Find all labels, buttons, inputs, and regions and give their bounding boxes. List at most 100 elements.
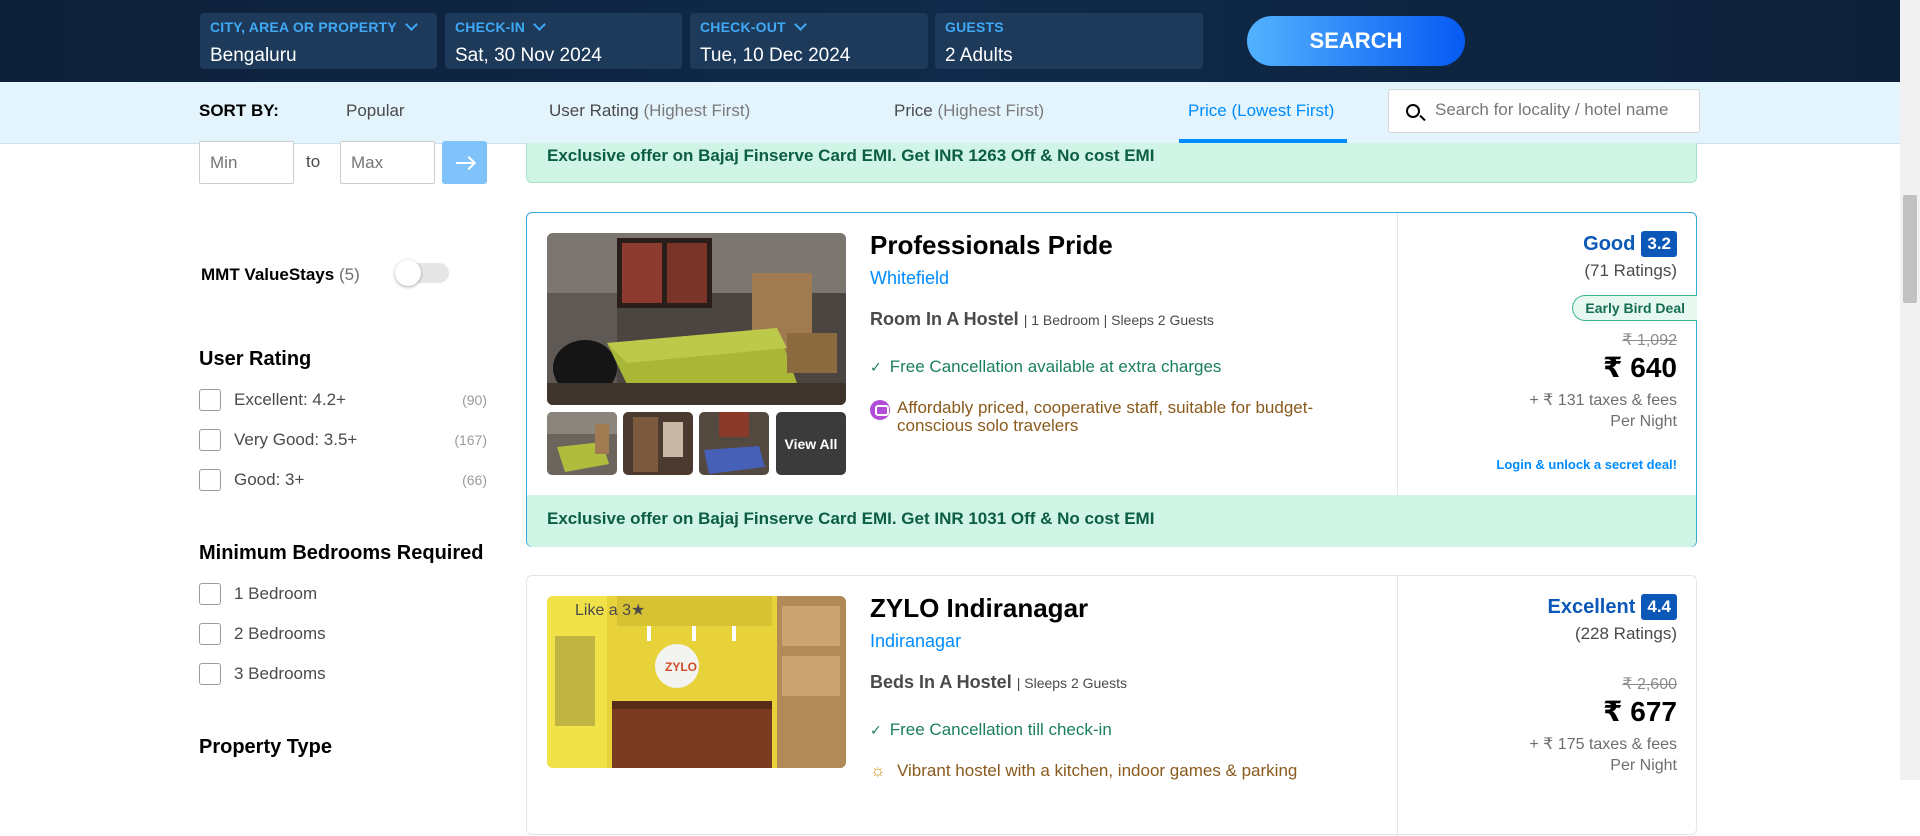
apply-price-button[interactable] [442, 141, 487, 184]
hotel-name[interactable]: ZYLO Indiranagar [870, 593, 1088, 624]
filter-rating-excellent[interactable]: Excellent: 4.2+ (90) [199, 388, 487, 412]
room-details: | 1 Bedroom | Sleeps 2 Guests [1023, 312, 1214, 328]
hotel-card[interactable]: ZYLO ZYLO Indiranagar Indiranagar Beds I… [526, 575, 1697, 836]
room-photo-3 [623, 412, 693, 475]
highlight-text: Affordably priced, cooperative staff, su… [897, 398, 1314, 435]
hotel-highlight: ☼ Vibrant hostel with a kitchen, indoor … [870, 762, 1350, 780]
checkout-label: CHECK-OUT [700, 19, 786, 35]
lobby-photo: ZYLO [547, 596, 846, 768]
filter-count: (90) [462, 392, 487, 408]
hotel-thumbnail[interactable] [547, 412, 617, 475]
hotel-main-photo[interactable]: ZYLO [547, 596, 846, 768]
divider [1397, 213, 1398, 495]
chevron-down-icon [405, 18, 418, 31]
checkin-value: Sat, 30 Nov 2024 [455, 45, 602, 66]
filter-bedroom-1[interactable]: 1 Bedroom [199, 582, 487, 606]
scrollbar-thumb[interactable] [1903, 195, 1917, 303]
filter-rating-good[interactable]: Good: 3+ (66) [199, 468, 487, 492]
chevron-down-icon [793, 18, 807, 31]
hotel-main-photo[interactable] [547, 233, 846, 405]
checkout-field[interactable]: CHECK-OUT Tue, 10 Dec 2024 [690, 13, 928, 69]
cancellation-text: Free Cancellation till check-in [889, 720, 1112, 739]
bedrooms-heading: Minimum Bedrooms Required [199, 542, 484, 564]
filter-label: Very Good: 3.5+ [234, 430, 358, 449]
filter-rating-very-good[interactable]: Very Good: 3.5+ (167) [199, 428, 487, 452]
checkbox[interactable] [199, 663, 221, 685]
cancellation-text: Free Cancellation available at extra cha… [889, 357, 1222, 376]
checkin-label: CHECK-IN [455, 19, 526, 35]
offer-banner: Exclusive offer on Bajaj Finserve Card E… [527, 495, 1696, 547]
checkbox[interactable] [199, 429, 221, 451]
arrow-right-icon [455, 161, 474, 164]
offer-text: Exclusive offer on Bajaj Finserve Card E… [547, 146, 1155, 165]
hotel-location-link[interactable]: Whitefield [870, 268, 949, 289]
sort-option-label: User Rating [549, 101, 639, 120]
valuestays-label: MMT ValueStays (5) [201, 265, 360, 285]
sort-option-label: Price [894, 101, 933, 120]
price-max-input[interactable] [340, 141, 435, 184]
price-min-input[interactable] [199, 141, 294, 184]
checkbox[interactable] [199, 389, 221, 411]
filter-bedroom-2[interactable]: 2 Bedrooms [199, 622, 487, 646]
rating-block: Good 3.2 (71 Ratings) [1583, 231, 1677, 281]
deal-badge: Early Bird Deal [1572, 295, 1697, 321]
locality-search [1388, 89, 1700, 133]
room-photo-4 [699, 412, 769, 475]
page-scrollbar[interactable] [1900, 0, 1920, 780]
checkbox[interactable] [199, 469, 221, 491]
guests-field[interactable]: GUESTS 2 Adults [935, 13, 1203, 69]
per-night-label: Per Night [1610, 757, 1677, 774]
search-button[interactable]: SEARCH [1247, 16, 1465, 66]
valuestays-toggle[interactable] [395, 260, 449, 286]
sort-option-label: Popular [346, 101, 405, 120]
rating-count: (228 Ratings) [1574, 624, 1677, 643]
rating-block: Excellent 4.4 (228 Ratings) [1548, 594, 1677, 644]
highlight-text: Vibrant hostel with a kitchen, indoor ga… [897, 761, 1298, 780]
filter-bedroom-3[interactable]: 3 Bedrooms [199, 662, 487, 686]
room-photo-1 [547, 233, 846, 405]
offer-text: Exclusive offer on Bajaj Finserve Card E… [547, 509, 1155, 528]
room-type-label: Room In A Hostel [870, 309, 1019, 329]
room-type-label: Beds In A Hostel [870, 672, 1012, 692]
city-field[interactable]: CITY, AREA OR PROPERTY Bengaluru [200, 13, 437, 69]
city-value: Bengaluru [210, 45, 297, 66]
filter-count: (66) [462, 472, 487, 488]
rating-text: Excellent [1547, 595, 1636, 618]
secret-deal-link[interactable]: Login & unlock a secret deal! [1496, 457, 1677, 472]
locality-search-input[interactable] [1435, 100, 1690, 120]
taxes-fees: + ₹ 131 taxes & fees [1529, 392, 1677, 409]
checkout-value: Tue, 10 Dec 2024 [700, 45, 851, 66]
sort-option-sub: (Highest First) [643, 101, 751, 120]
filter-label: 3 Bedrooms [234, 664, 326, 683]
checkbox[interactable] [199, 583, 221, 605]
check-icon: ✓ [870, 722, 882, 738]
view-all-photos-button[interactable]: View All [776, 412, 846, 475]
sort-price-low[interactable]: Price (Lowest First) [1188, 101, 1334, 121]
rating-score-badge: 3.2 [1641, 231, 1677, 257]
review-summary-icon [870, 400, 890, 420]
hotel-name[interactable]: Professionals Pride [870, 230, 1113, 261]
current-price: ₹ 677 [1603, 696, 1677, 727]
search-header: CITY, AREA OR PROPERTY Bengaluru CHECK-I… [0, 0, 1920, 82]
hotel-location-link[interactable]: Indiranagar [870, 631, 961, 652]
filter-label: 1 Bedroom [234, 584, 318, 603]
price-range-to: to [306, 152, 321, 171]
sort-user-rating[interactable]: User Rating (Highest First) [549, 101, 750, 121]
room-type: Beds In A Hostel | Sleeps 2 Guests [870, 672, 1127, 693]
sort-by-title: SORT BY: [199, 101, 279, 120]
search-icon [1406, 104, 1420, 118]
checkbox[interactable] [199, 623, 221, 645]
per-night-label: Per Night [1610, 413, 1677, 430]
hotel-thumbnail[interactable] [699, 412, 769, 475]
valuestays-count: (5) [338, 265, 360, 284]
sort-option-label: Price [1188, 101, 1227, 120]
hotel-card[interactable]: View All Professionals Pride Whitefield … [526, 212, 1697, 547]
taxes-fees: + ₹ 175 taxes & fees [1529, 736, 1677, 753]
hotel-thumbnail[interactable] [623, 412, 693, 475]
guests-label: GUESTS [945, 19, 1004, 35]
sort-popular[interactable]: Popular [346, 101, 405, 121]
checkin-field[interactable]: CHECK-IN Sat, 30 Nov 2024 [445, 13, 682, 69]
sort-price-high[interactable]: Price (Highest First) [894, 101, 1044, 121]
room-details: | Sleeps 2 Guests [1016, 675, 1127, 691]
sort-option-sub: (Lowest First) [1231, 101, 1335, 120]
